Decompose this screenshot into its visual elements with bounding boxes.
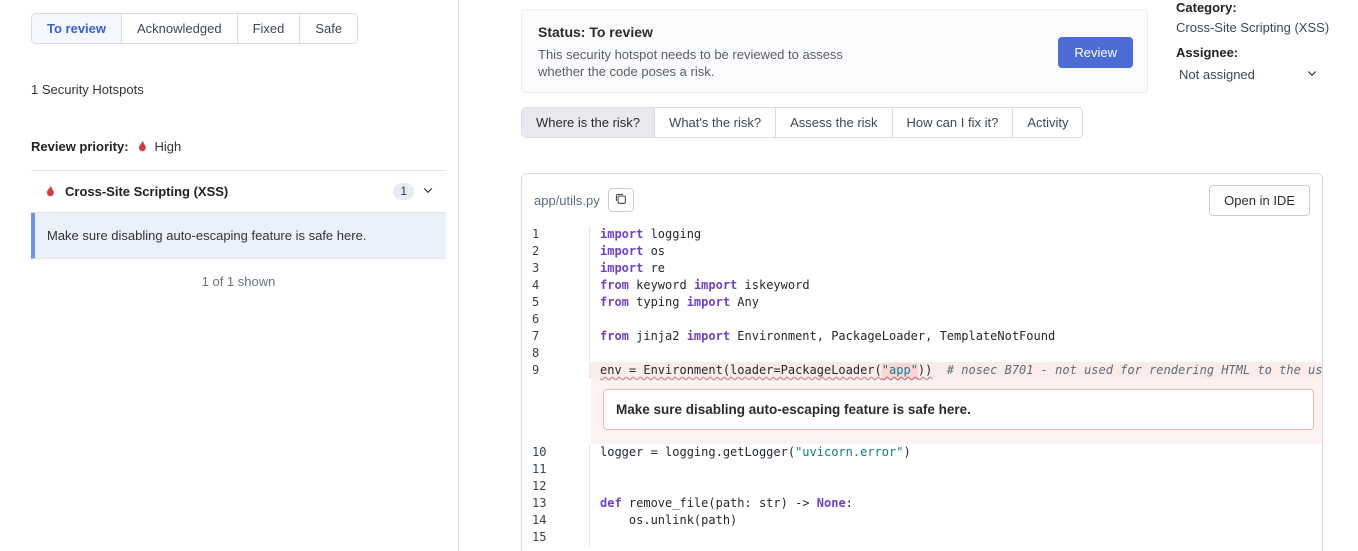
filter-tab-acknowledged[interactable]: Acknowledged [122, 14, 238, 43]
security-hotspots-screen: To review Acknowledged Fixed Safe 1 Securit… [0, 0, 1358, 551]
line-code: def remove_file(path: str) -> None: [600, 496, 853, 510]
line-number[interactable]: 13 [522, 495, 590, 512]
filter-tab-to-review[interactable]: To review [32, 14, 123, 43]
code-line-14: 14 os.unlink(path) [522, 512, 1322, 529]
status-description: This security hotspot needs to be review… [538, 47, 843, 79]
line-number[interactable]: 2 [522, 243, 590, 260]
line-code: from jinja2 import Environment, PackageL… [600, 329, 1056, 343]
review-priority-value: High [154, 139, 182, 154]
code-line-6: 6 [522, 311, 1322, 328]
code-lines: 1 import logging 2 import os 3 import re 4 from… [522, 226, 1322, 546]
line-number[interactable]: 15 [522, 529, 590, 546]
chevron-down-icon [422, 183, 434, 201]
category-value: Cross-Site Scripting (XSS) [1176, 20, 1330, 35]
assignee-value: Not assigned [1179, 67, 1255, 82]
line-number[interactable]: 10 [522, 444, 590, 461]
copy-file-path-button[interactable] [607, 188, 634, 212]
category-group-header[interactable]: Cross-Site Scripting (XSS) 1 [31, 170, 446, 213]
line-code: import os [600, 244, 666, 258]
line-code: os.unlink(path) [600, 513, 738, 527]
hotspot-flame-icon [135, 140, 149, 154]
line-code: env = Environment(loader=PackageLoader("… [590, 362, 1322, 379]
chevron-down-icon [1306, 67, 1318, 82]
risk-tab-what-s-the-risk[interactable]: What's the risk? [655, 108, 777, 137]
review-button[interactable]: Review [1058, 37, 1133, 68]
hotspot-detail-panel: Status: To review This security hotspot … [460, 0, 1358, 551]
review-priority-label: Review priority: [31, 139, 129, 154]
shown-count-label: 1 of 1 shown [201, 274, 276, 289]
code-line-1: 1 import logging [522, 226, 1322, 243]
code-line-3: 3 import re [522, 260, 1322, 277]
line-number[interactable]: 1 [522, 226, 590, 243]
line-code: from keyword import iskeyword [600, 278, 810, 292]
line-number[interactable]: 11 [522, 461, 590, 478]
code-line-9: 9 env = Environment(loader=PackageLoader(… [522, 362, 1322, 379]
code-line-11: 11 [522, 461, 1322, 478]
risk-tab-assess-the-risk[interactable]: Assess the risk [776, 108, 893, 137]
code-line-12: 12 [522, 478, 1322, 495]
code-viewer-header: app/utils.py Open in IDE [522, 174, 1322, 226]
hotspot-list-item[interactable]: Make sure disabling auto-escaping featur… [31, 213, 446, 259]
assignee-select[interactable]: Not assigned [1176, 67, 1318, 82]
assignee-label: Assignee: [1176, 45, 1239, 60]
copy-icon [614, 192, 627, 208]
hotspots-sidebar: To review Acknowledged Fixed Safe 1 Securit… [0, 0, 459, 551]
line-number[interactable]: 7 [522, 328, 590, 345]
hotspot-flame-icon [43, 185, 57, 199]
line-code: import re [600, 261, 666, 275]
line-number[interactable]: 6 [522, 311, 590, 328]
line-number[interactable]: 5 [522, 294, 590, 311]
filter-tab-fixed[interactable]: Fixed [237, 14, 301, 43]
line-number[interactable]: 8 [522, 345, 590, 362]
code-line-13: 13 def remove_file(path: str) -> None: [522, 495, 1322, 512]
open-in-ide-button[interactable]: Open in IDE [1209, 184, 1310, 216]
code-line-4: 4 from keyword import iskeyword [522, 277, 1322, 294]
code-line-2: 2 import os [522, 243, 1322, 260]
code-line-10: 10 logger = logging.getLogger("uvicorn.er… [522, 444, 1322, 461]
line-code: logger = logging.getLogger("uvicorn.erro… [600, 445, 911, 459]
line-number[interactable]: 4 [522, 277, 590, 294]
code-line-15: 15 [522, 529, 1322, 546]
line-code: import logging [600, 227, 702, 241]
hotspot-inline-message[interactable]: Make sure disabling auto-escaping featur… [603, 389, 1314, 430]
risk-tab-activity[interactable]: Activity [1013, 108, 1083, 137]
hotspot-count: 1 Security Hotspots [31, 82, 144, 97]
status-box: Status: To review This security hotspot … [521, 9, 1148, 93]
code-line-5: 5 from typing import Any [522, 294, 1322, 311]
line-number[interactable]: 12 [522, 478, 590, 495]
file-path: app/utils.py [534, 192, 600, 208]
line-number[interactable]: 3 [522, 260, 590, 277]
risk-tab-how-can-i-fix-it[interactable]: How can I fix it? [892, 108, 1014, 137]
line-code: from typing import Any [600, 295, 759, 309]
code-line-7: 7 from jinja2 import Environment, Package… [522, 328, 1322, 345]
code-line-8: 8 [522, 345, 1322, 362]
inline-message-band: Make sure disabling auto-escaping featur… [591, 379, 1322, 444]
code-viewer-card: app/utils.py Open in IDE 1 import logging… [521, 173, 1323, 551]
line-number[interactable]: 14 [522, 512, 590, 529]
category-label: Category: [1176, 0, 1237, 15]
status-title: Status: To review [538, 24, 653, 40]
status-filter-tabs: To review Acknowledged Fixed Safe [31, 13, 359, 44]
category-count-badge: 1 [393, 183, 414, 200]
review-priority-row: Review priority: High [31, 139, 181, 154]
risk-tab-where-is-the-risk[interactable]: Where is the risk? [522, 108, 656, 137]
hotspot-meta: Category: Cross-Site Scripting (XSS) Ass… [1176, 0, 1346, 82]
risk-tabs: Where is the risk? What's the risk? Assess… [521, 107, 1084, 138]
filter-tab-safe[interactable]: Safe [300, 14, 358, 43]
line-number[interactable]: 9 [522, 362, 590, 379]
category-group-title: Cross-Site Scripting (XSS) [65, 184, 229, 199]
